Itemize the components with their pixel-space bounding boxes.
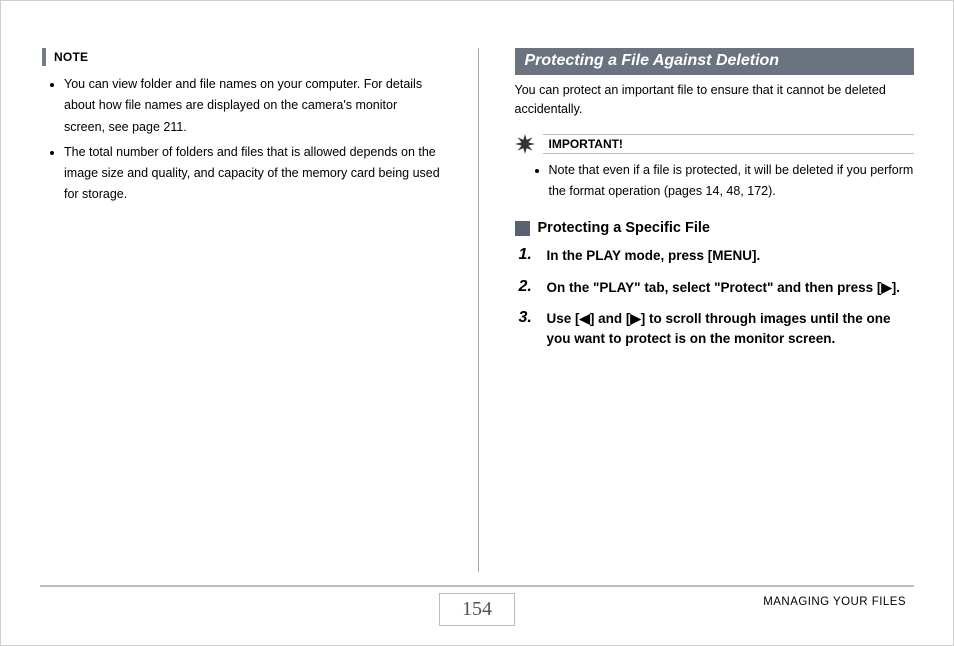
subsection-heading: Protecting a Specific File: [515, 220, 915, 236]
important-heading: IMPORTANT!: [515, 134, 915, 154]
step-number: 2.: [519, 278, 537, 298]
note-bullet: You can view folder and file names on yo…: [64, 74, 442, 138]
important-bullet-list: Note that even if a file is protected, i…: [549, 160, 915, 203]
section-intro: You can protect an important file to ens…: [515, 81, 915, 120]
footer-rule: [40, 585, 914, 588]
square-bullet-icon: [515, 221, 530, 236]
column-divider: [478, 48, 479, 572]
note-bullet: The total number of folders and files th…: [64, 142, 442, 206]
important-label: IMPORTANT!: [543, 134, 915, 154]
note-bar-icon: [42, 48, 46, 66]
page-number: 154: [439, 593, 515, 626]
step-item: 2. On the "PLAY" tab, select "Protect" a…: [519, 278, 915, 298]
important-bullet: Note that even if a file is protected, i…: [549, 160, 915, 203]
step-number: 1.: [519, 246, 537, 266]
left-column: NOTE You can view folder and file names …: [42, 48, 442, 572]
right-column: Protecting a File Against Deletion You c…: [515, 48, 915, 572]
step-text: Use [◀] and [▶] to scroll through images…: [547, 309, 915, 348]
steps-list: 1. In the PLAY mode, press [MENU]. 2. On…: [519, 246, 915, 348]
footer-section-label: MANAGING YOUR FILES: [763, 596, 906, 608]
subsection-title: Protecting a Specific File: [538, 220, 710, 236]
step-text: On the "PLAY" tab, select "Protect" and …: [547, 278, 901, 298]
step-number: 3.: [519, 309, 537, 348]
manual-page: NOTE You can view folder and file names …: [0, 0, 954, 646]
two-column-layout: NOTE You can view folder and file names …: [42, 48, 914, 572]
step-item: 1. In the PLAY mode, press [MENU].: [519, 246, 915, 266]
note-heading: NOTE: [42, 48, 442, 66]
step-item: 3. Use [◀] and [▶] to scroll through ima…: [519, 309, 915, 348]
note-label: NOTE: [54, 50, 88, 64]
burst-icon: [515, 134, 535, 154]
section-header: Protecting a File Against Deletion: [515, 48, 915, 75]
note-bullet-list: You can view folder and file names on yo…: [64, 74, 442, 206]
step-text: In the PLAY mode, press [MENU].: [547, 246, 761, 266]
